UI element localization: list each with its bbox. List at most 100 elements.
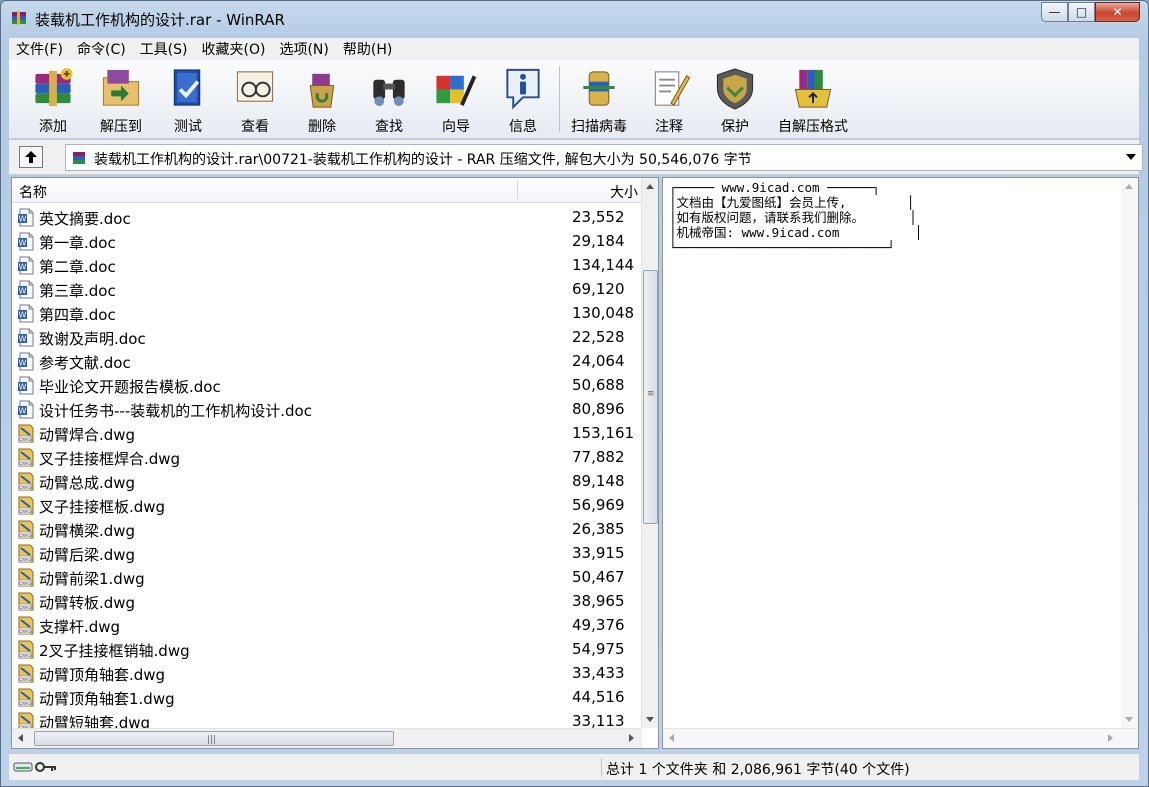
scroll-right-icon[interactable] xyxy=(1108,734,1113,742)
file-row[interactable]: DWG 叉子挂接框焊合.dwg 77,882 xyxy=(12,445,642,469)
dwg-file-icon: DWG xyxy=(18,664,34,683)
file-row[interactable]: W 设计任务书---装载机的工作机构设计.doc 80,896 xyxy=(12,397,642,421)
file-row[interactable]: W 第三章.doc 69,120 xyxy=(12,277,642,301)
file-row[interactable]: W 英文摘要.doc 23,552 xyxy=(12,205,642,229)
scroll-left-icon[interactable] xyxy=(18,734,23,742)
sfx-label: 自解压格式 xyxy=(778,119,848,135)
add-button[interactable]: 添加 xyxy=(20,64,86,136)
file-row[interactable]: DWG 动臂总成.dwg 89,148 xyxy=(12,469,642,493)
info-label: 信息 xyxy=(509,119,537,135)
info-button[interactable]: 信息 xyxy=(490,64,556,136)
scroll-down-icon[interactable] xyxy=(1125,717,1133,722)
view-button[interactable]: 查看 xyxy=(222,64,288,136)
word-doc-icon: W xyxy=(18,352,34,371)
file-size: 50,467 xyxy=(572,568,625,586)
file-size: 89,148 xyxy=(572,472,625,490)
extract-to-icon xyxy=(102,69,140,106)
file-size: 134,144 xyxy=(572,256,635,274)
up-arrow-icon xyxy=(25,151,37,163)
file-row[interactable]: W 毕业论文开题报告模板.doc 50,688 xyxy=(12,373,642,397)
view-icon xyxy=(236,71,274,102)
menu-help[interactable]: 帮助(H) xyxy=(336,39,399,59)
extract-to-button[interactable]: 解压到 xyxy=(88,64,154,136)
file-row[interactable]: W 第一章.doc 29,184 xyxy=(12,229,642,253)
scroll-up-icon[interactable] xyxy=(646,184,654,189)
file-name: 动臂总成.dwg xyxy=(39,474,136,492)
protect-button[interactable]: 保护 xyxy=(702,64,768,136)
scroll-up-icon[interactable] xyxy=(1125,184,1133,189)
sfx-icon xyxy=(794,69,832,108)
chevron-down-icon[interactable] xyxy=(1126,154,1136,160)
file-row[interactable]: DWG 动臂后梁.dwg 33,915 xyxy=(12,541,642,565)
file-row[interactable]: W 第四章.doc 130,048 xyxy=(12,301,642,325)
comment-line: │如有版权问题，请联系我们删除。 │ xyxy=(669,210,917,225)
dwg-file-icon: DWG xyxy=(18,424,34,443)
file-row[interactable]: W 致谢及声明.doc 22,528 xyxy=(12,325,642,349)
list-horizontal-scroll-thumb[interactable]: ||| xyxy=(34,731,394,746)
list-horizontal-scrollbar[interactable]: ||| xyxy=(12,728,642,748)
scroll-right-icon[interactable] xyxy=(629,734,634,742)
minimize-button[interactable]: — xyxy=(1041,2,1068,22)
winrar-window: 装载机工作机构的设计.rar - WinRAR — □ ✕ 文件(F) 命令(C… xyxy=(0,0,1149,787)
file-row[interactable]: DWG 叉子挂接框板.dwg 56,969 xyxy=(12,493,642,517)
title-bar[interactable]: 装载机工作机构的设计.rar - WinRAR — □ ✕ xyxy=(1,1,1148,35)
file-name: 第二章.doc xyxy=(39,258,116,276)
column-divider[interactable] xyxy=(517,180,518,200)
file-row[interactable]: DWG 动臂转板.dwg 38,965 xyxy=(12,589,642,613)
comment-line: └────────────────────────────┘ xyxy=(669,240,895,255)
comment-button[interactable]: 注释 xyxy=(636,64,702,136)
menu-commands[interactable]: 命令(C) xyxy=(70,39,133,59)
file-row[interactable]: DWG 动臂短轴套.dwg 33,113 xyxy=(12,709,642,728)
file-row[interactable]: DWG 动臂焊合.dwg 153,161 xyxy=(12,421,642,445)
svg-text:W: W xyxy=(19,311,27,320)
list-vertical-scroll-thumb[interactable]: ≡ xyxy=(643,270,658,524)
file-row[interactable]: DWG 动臂横梁.dwg 26,385 xyxy=(12,517,642,541)
virus-scan-button[interactable]: 扫描病毒 xyxy=(566,64,632,136)
toolbar-separator xyxy=(559,66,560,132)
svg-text:DWG: DWG xyxy=(19,677,31,683)
file-row[interactable]: DWG 2叉子挂接框销轴.dwg 54,975 xyxy=(12,637,642,661)
close-button[interactable]: ✕ xyxy=(1095,2,1140,22)
list-vertical-scrollbar[interactable]: ≡ xyxy=(641,178,658,728)
file-size: 54,975 xyxy=(572,640,625,658)
file-row[interactable]: DWG 动臂顶角轴套1.dwg 44,516 xyxy=(12,685,642,709)
file-row[interactable]: DWG 动臂前梁1.dwg 50,467 xyxy=(12,565,642,589)
file-row[interactable]: DWG 动臂顶角轴套.dwg 33,433 xyxy=(12,661,642,685)
dwg-file-icon: DWG xyxy=(18,616,34,635)
maximize-button[interactable]: □ xyxy=(1068,2,1095,22)
test-button[interactable]: 测试 xyxy=(155,64,221,136)
menu-file[interactable]: 文件(F) xyxy=(9,39,70,59)
menu-options[interactable]: 选项(N) xyxy=(272,39,335,59)
dwg-file-icon: DWG xyxy=(18,496,34,515)
comment-line: │机械帝国: www.9icad.com │ xyxy=(669,225,923,240)
column-header-name[interactable]: 名称 xyxy=(19,182,47,202)
column-header-size[interactable]: 大小 xyxy=(610,182,638,202)
wizard-button[interactable]: 向导 xyxy=(423,64,489,136)
address-path-field[interactable]: 装载机工作机构的设计.rar\00721-装载机工作机构的设计 - RAR 压缩… xyxy=(65,144,1143,171)
file-size: 23,552 xyxy=(572,208,625,226)
file-size: 33,433 xyxy=(572,664,625,682)
menu-bar: 文件(F) 命令(C) 工具(S) 收藏夹(O) 选项(N) 帮助(H) xyxy=(9,38,1139,60)
find-button[interactable]: 查找 xyxy=(356,64,422,136)
svg-text:DWG: DWG xyxy=(19,701,31,707)
status-divider xyxy=(601,758,602,777)
dwg-file-icon: DWG xyxy=(18,448,34,467)
menu-tools[interactable]: 工具(S) xyxy=(133,39,195,59)
scroll-down-icon[interactable] xyxy=(646,717,654,722)
file-row[interactable]: DWG 支撑杆.dwg 49,376 xyxy=(12,613,642,637)
delete-button[interactable]: 删除 xyxy=(289,64,355,136)
comment-vertical-scrollbar[interactable] xyxy=(1121,178,1138,728)
menu-favorites[interactable]: 收藏夹(O) xyxy=(195,39,273,59)
svg-text:DWG: DWG xyxy=(19,653,31,659)
svg-text:DWG: DWG xyxy=(19,437,31,443)
svg-text:DWG: DWG xyxy=(19,461,31,467)
up-folder-button[interactable] xyxy=(19,146,43,168)
add-label: 添加 xyxy=(39,119,67,135)
sfx-button[interactable]: 自解压格式 xyxy=(773,64,853,136)
file-row[interactable]: W 参考文献.doc 24,064 xyxy=(12,349,642,373)
window-title: 装载机工作机构的设计.rar - WinRAR xyxy=(35,11,285,29)
file-row[interactable]: W 第二章.doc 134,144 xyxy=(12,253,642,277)
file-size: 29,184 xyxy=(572,232,625,250)
scroll-left-icon[interactable] xyxy=(669,734,674,742)
comment-horizontal-scrollbar[interactable] xyxy=(663,728,1138,748)
